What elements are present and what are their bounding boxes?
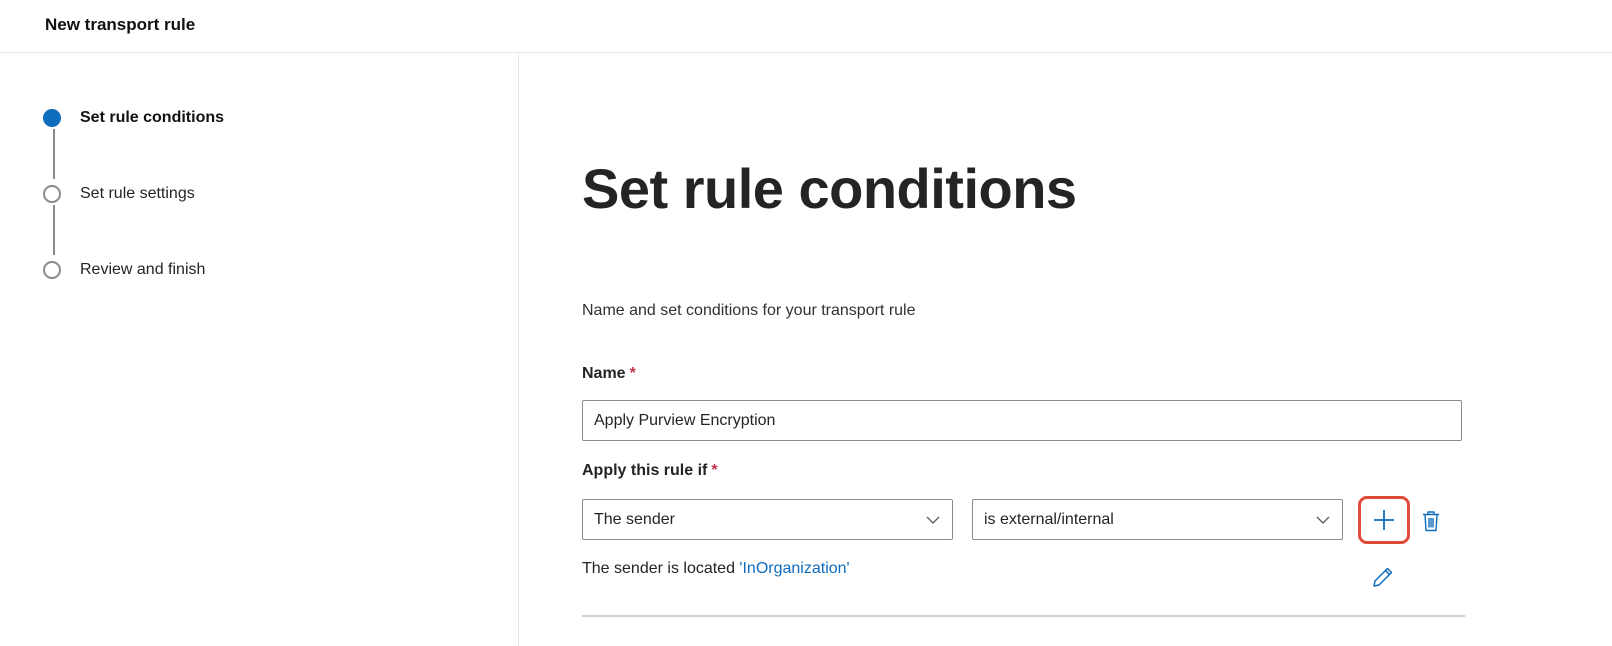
name-label-text: Name (582, 365, 626, 382)
wizard-step-set-rule-settings[interactable]: Set rule settings (43, 185, 195, 203)
name-field-label: Name * (582, 365, 636, 383)
dropdown-selected-value: is external/internal (984, 510, 1114, 528)
page-title: Set rule conditions (582, 157, 1077, 220)
condition-label-text: Apply this rule if (582, 462, 708, 479)
trash-icon (1423, 511, 1439, 532)
pencil-icon (1373, 567, 1393, 587)
top-bar: New transport rule (0, 0, 1612, 53)
wizard-steps-pane: Set rule conditions Set rule settings Re… (0, 54, 519, 646)
delete-condition-button[interactable] (1417, 506, 1445, 536)
dropdown-selected-value: The sender (594, 510, 675, 528)
chevron-down-icon (1316, 516, 1330, 524)
rule-name-input[interactable] (582, 400, 1462, 441)
required-asterisk: * (711, 462, 718, 479)
condition-predicate-dropdown[interactable]: is external/internal (972, 499, 1343, 540)
step-current-indicator (43, 109, 61, 127)
condition-summary-text: The sender is located (582, 560, 740, 577)
wizard-step-label: Set rule settings (80, 185, 195, 202)
required-asterisk: * (629, 365, 636, 382)
step-connector (53, 205, 55, 255)
plus-icon (1374, 510, 1394, 530)
wizard-step-set-rule-conditions[interactable]: Set rule conditions (43, 109, 224, 127)
wizard-step-label: Review and finish (80, 261, 206, 278)
wizard-step-review-and-finish[interactable]: Review and finish (43, 261, 205, 279)
condition-field-label: Apply this rule if * (582, 462, 718, 480)
wizard-step-label: Set rule conditions (80, 109, 225, 126)
section-divider (582, 615, 1465, 617)
condition-subject-dropdown[interactable]: The sender (582, 499, 953, 540)
condition-summary: The sender is located 'InOrganization' (582, 560, 850, 578)
condition-value-link[interactable]: 'InOrganization' (739, 560, 849, 577)
step-upcoming-indicator (43, 185, 61, 203)
edit-condition-button[interactable] (1368, 562, 1398, 592)
add-condition-button[interactable] (1358, 496, 1410, 544)
page-description: Name and set conditions for your transpo… (582, 302, 916, 319)
chevron-down-icon (926, 516, 940, 524)
step-upcoming-indicator (43, 261, 61, 279)
page-header-title: New transport rule (45, 15, 196, 34)
step-connector (53, 129, 55, 179)
